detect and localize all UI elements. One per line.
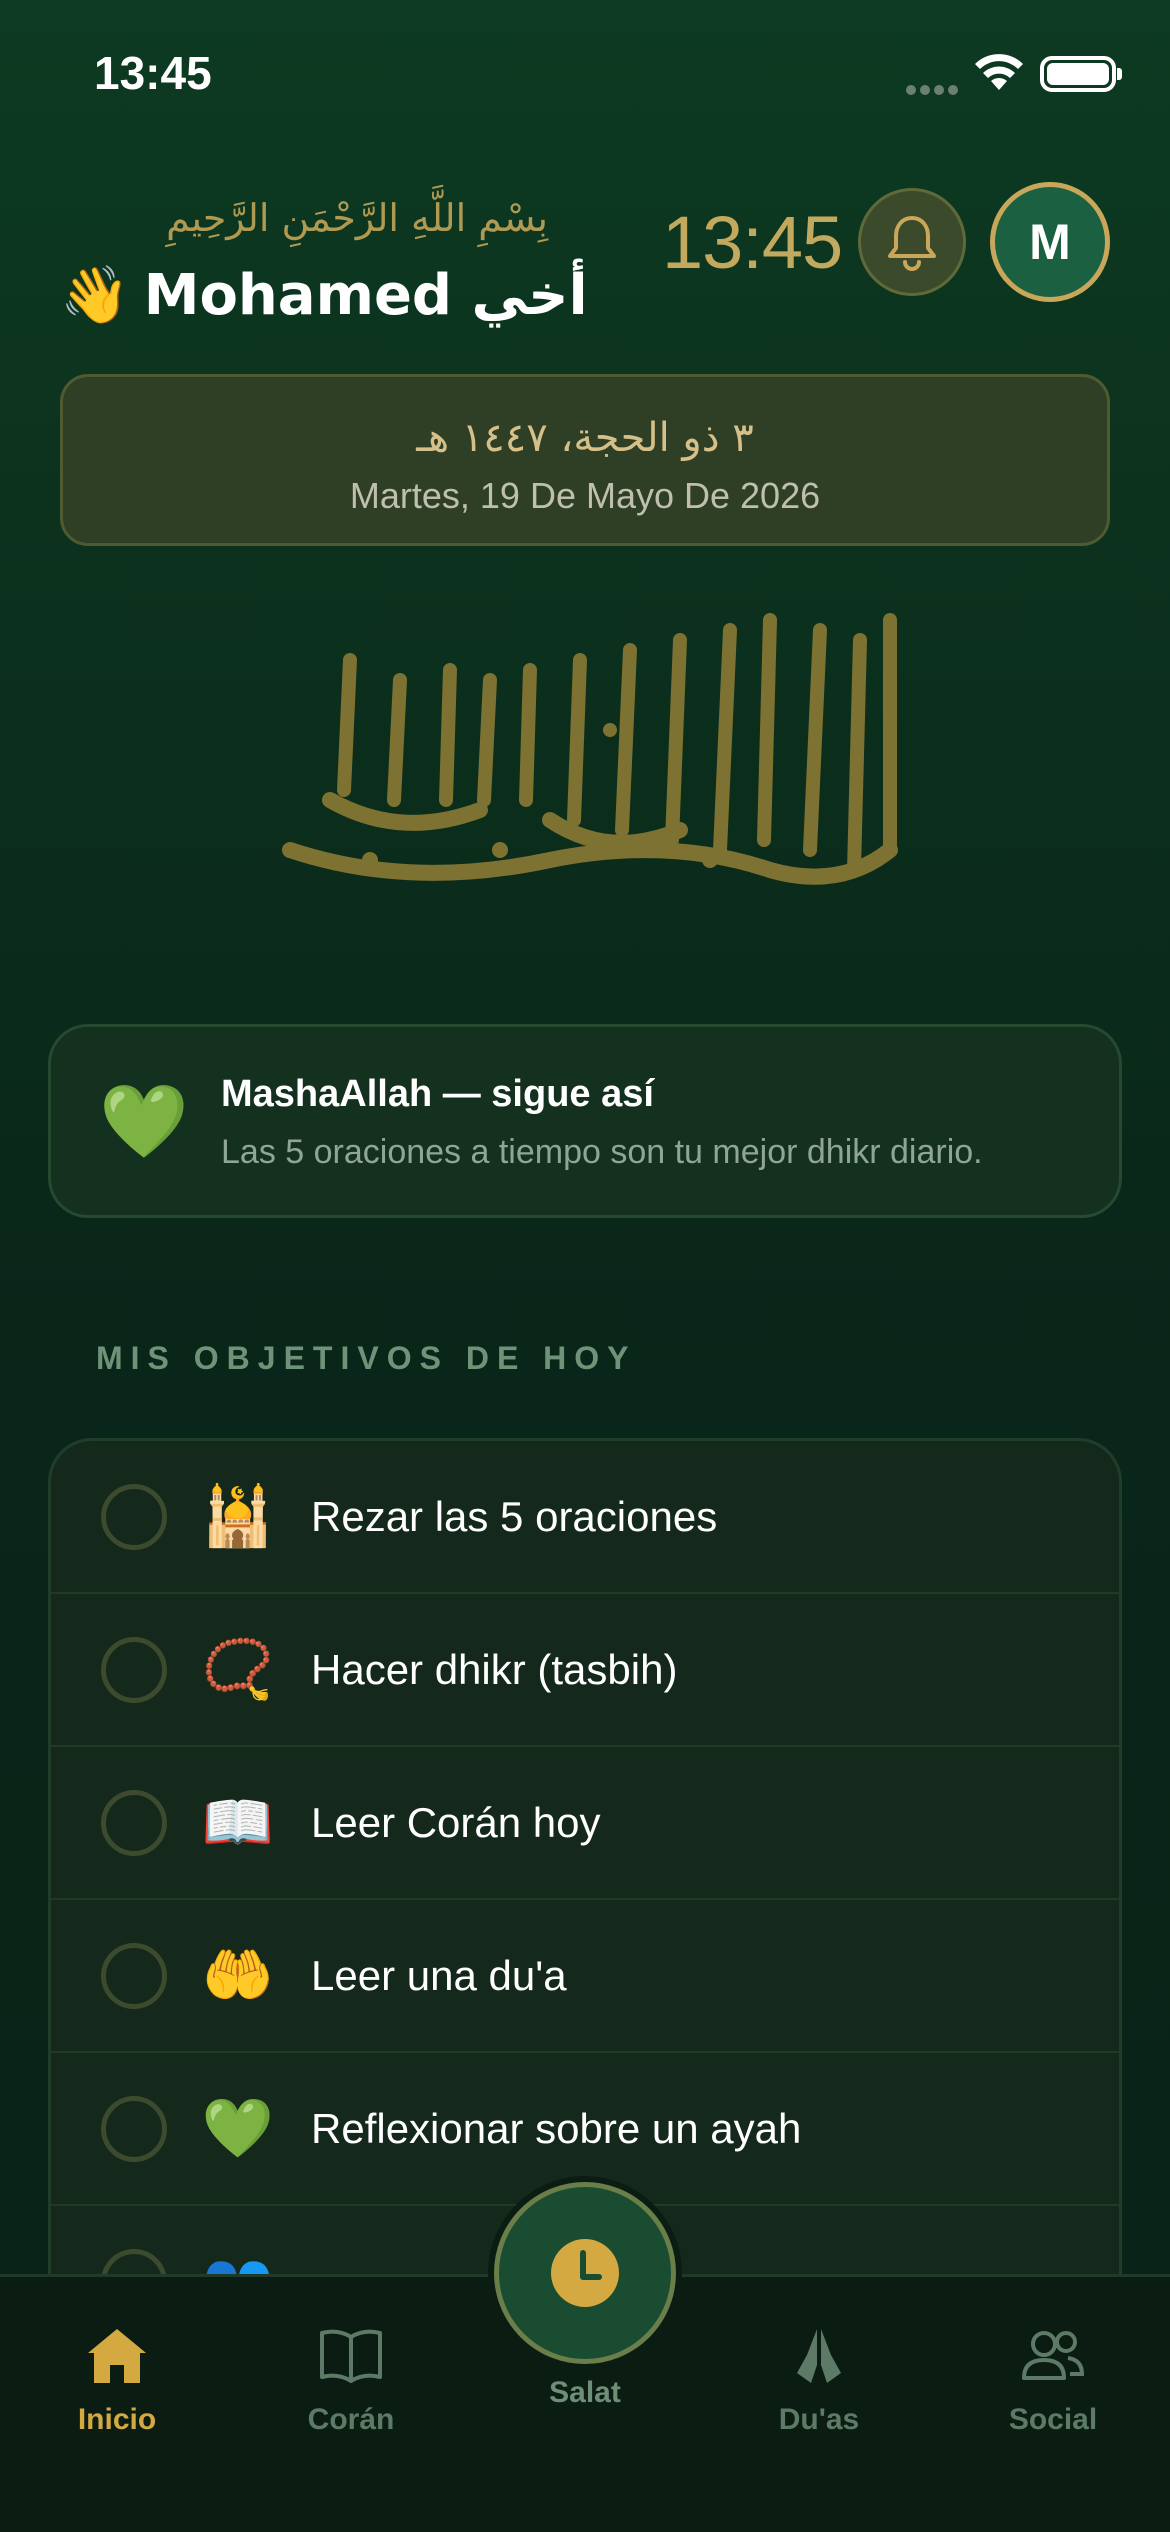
people-icon	[1022, 2331, 1085, 2380]
goal-item[interactable]: 📖 Leer Corán hoy	[51, 1747, 1119, 1900]
goal-label: Leer Corán hoy	[311, 1798, 601, 1846]
signal-icon	[906, 80, 962, 95]
book-icon	[320, 2329, 382, 2383]
tab-label-salat[interactable]: Salat	[494, 2376, 676, 2410]
goal-label: Rezar las 5 oraciones	[311, 1492, 718, 1540]
battery-icon	[1040, 56, 1122, 92]
goals-section-title: MIS OBJETIVOS DE HOY	[96, 1340, 637, 1376]
tab-coran[interactable]: Corán	[261, 2321, 441, 2437]
goal-label: Leer una du'a	[311, 1951, 567, 1999]
green-heart-emoji: 💚	[99, 1079, 189, 1163]
green-heart-emoji: 💚	[201, 2094, 275, 2162]
goal-item[interactable]: 🤲 Leer una du'a	[51, 1900, 1119, 2053]
goal-checkbox[interactable]	[101, 1942, 167, 2009]
tab-duas[interactable]: Du'as	[729, 2321, 909, 2437]
mosque-emoji: 🕌	[201, 1482, 275, 1550]
avatar[interactable]: M	[990, 182, 1110, 302]
shahada-calligraphy	[282, 613, 898, 885]
motivation-subtitle: Las 5 oraciones a tiempo son tu mejor dh…	[221, 1133, 983, 1171]
wifi-icon	[975, 54, 1023, 90]
notifications-button[interactable]	[858, 188, 966, 296]
wave-emoji: 👋	[60, 263, 130, 328]
open-book-emoji: 📖	[201, 1788, 275, 1856]
header-clock: 13:45	[662, 201, 843, 284]
goal-checkbox[interactable]	[101, 2095, 167, 2162]
tab-label: Du'as	[778, 2403, 860, 2436]
status-bar: 13:45	[0, 0, 1170, 150]
motivation-card: 💚 MashaAllah — sigue así Las 5 oraciones…	[48, 1024, 1122, 1218]
salat-button[interactable]	[494, 2182, 676, 2364]
greeting-text: Mohamed أخي	[143, 263, 588, 328]
home-icon	[88, 2329, 146, 2383]
goal-label: Hacer dhikr (tasbih)	[311, 1645, 678, 1693]
goal-item[interactable]: 🕌 Rezar las 5 oraciones	[51, 1441, 1119, 1594]
goal-checkbox[interactable]	[101, 1636, 167, 1703]
prayer-beads-emoji: 📿	[201, 1635, 275, 1703]
gregorian-date: Martes, 19 De Mayo De 2026	[349, 475, 821, 516]
goal-checkbox[interactable]	[101, 1789, 167, 1856]
date-card: ٣ ذو الحجة، ١٤٤٧ هـ Martes, 19 De Mayo D…	[60, 374, 1110, 546]
goal-item[interactable]: 📿 Hacer dhikr (tasbih)	[51, 1594, 1119, 1747]
goal-label: Reflexionar sobre un ayah	[311, 2104, 802, 2152]
tab-label: Social	[1008, 2403, 1098, 2436]
tab-label: Inicio	[77, 2403, 157, 2436]
tab-inicio[interactable]: Inicio	[27, 2321, 207, 2437]
motivation-title: MashaAllah — sigue así	[221, 1073, 654, 1115]
clock-icon	[551, 2239, 619, 2307]
praying-hands-icon	[797, 2329, 841, 2383]
bell-icon	[888, 216, 936, 271]
hijri-date: ٣ ذو الحجة، ١٤٤٧ هـ	[416, 415, 754, 461]
palms-up-emoji: 🤲	[201, 1941, 275, 2009]
greeting: 👋 Mohamed أخي	[60, 262, 588, 328]
goal-checkbox[interactable]	[101, 1483, 167, 1550]
tab-label: Corán	[307, 2403, 395, 2436]
bismillah-text: بِسْمِ اللَّهِ الرَّحْمَنِ الرَّحِيمِ	[166, 196, 548, 240]
tab-social[interactable]: Social	[963, 2321, 1143, 2437]
status-time: 13:45	[94, 47, 212, 99]
